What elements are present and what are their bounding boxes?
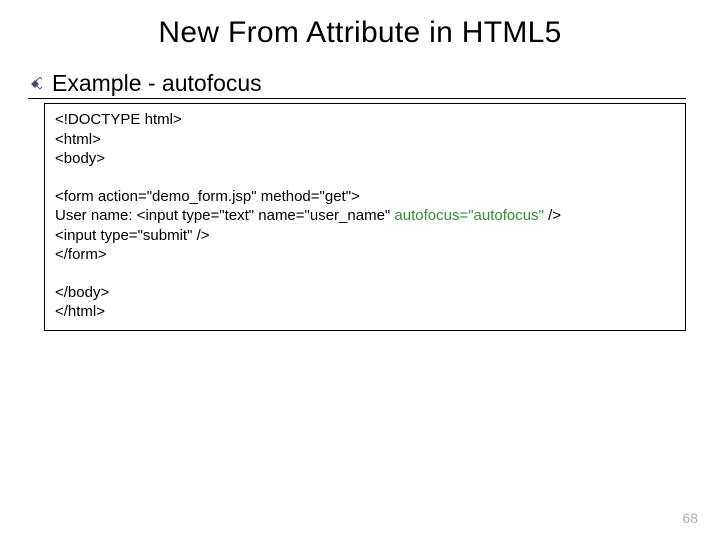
code-block: <!DOCTYPE html> <html> <body> <form acti…	[55, 110, 675, 322]
code-line: </body>	[55, 283, 675, 303]
highlighted-attribute: autofocus="autofocus"	[394, 207, 544, 224]
code-line: <html>	[55, 130, 675, 150]
code-line: <input type="submit" />	[55, 226, 675, 246]
code-line: </form>	[55, 245, 675, 265]
slide-subtitle: Example - autofocus	[52, 70, 262, 97]
code-line: <body>	[55, 149, 675, 169]
code-line: <form action="demo_form.jsp" method="get…	[55, 187, 675, 207]
diamond-bullet-icon	[28, 77, 42, 91]
code-line: <!DOCTYPE html>	[55, 110, 675, 130]
subtitle-row: Example - autofocus	[28, 70, 686, 99]
page-number: 68	[682, 510, 698, 526]
slide-title: New From Attribute in HTML5	[0, 16, 720, 50]
code-line: User name: <input type="text" name="user…	[55, 206, 675, 226]
code-box: <!DOCTYPE html> <html> <body> <form acti…	[44, 103, 686, 331]
code-line: </html>	[55, 302, 675, 322]
